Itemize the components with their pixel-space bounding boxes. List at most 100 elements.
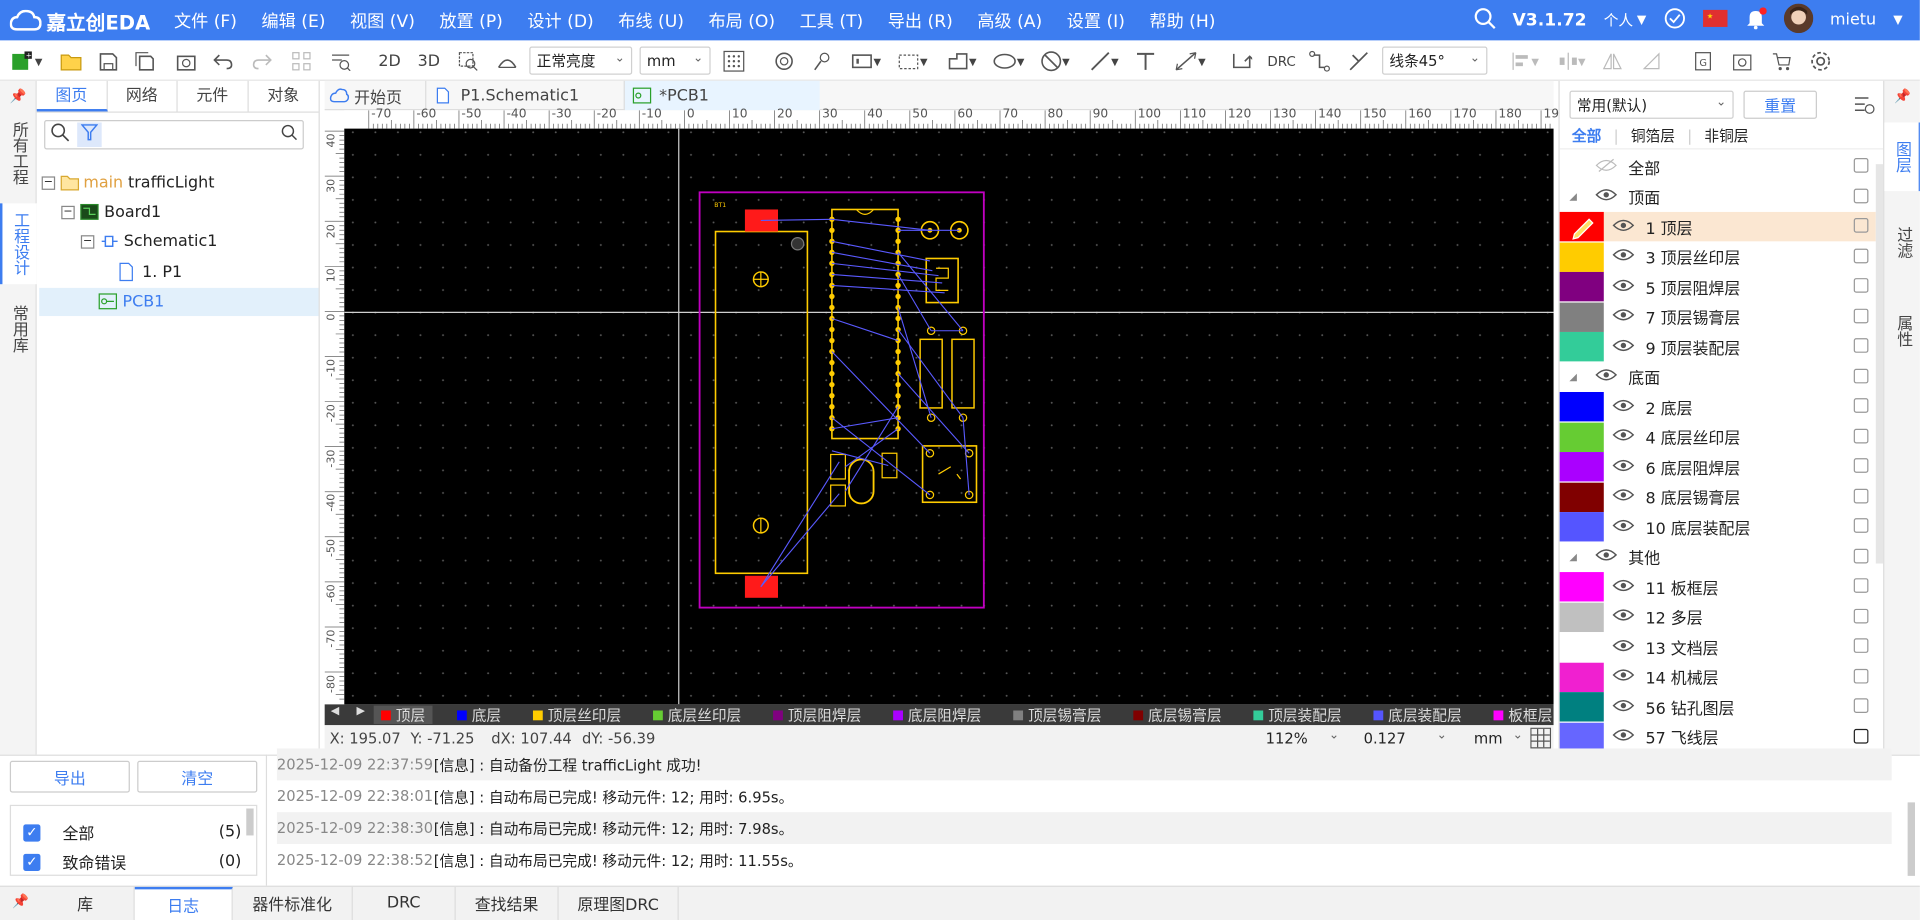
log-scrollbar[interactable] <box>1907 802 1915 876</box>
layer-row[interactable]: 14 机械层 <box>1559 662 1876 692</box>
order-pcb-icon[interactable] <box>1769 48 1794 75</box>
tab-objects[interactable]: 对象 <box>248 81 318 112</box>
gear-icon[interactable] <box>1808 48 1833 75</box>
cloud-sync-icon[interactable] <box>1663 7 1685 34</box>
mcu-pin-pad[interactable] <box>829 359 835 366</box>
status-unit-select[interactable]: mm ⌄ <box>1467 726 1531 751</box>
no-entry-icon[interactable]: ▼ <box>1037 48 1074 75</box>
unit-select[interactable]: mm ⌄ <box>639 46 711 75</box>
layer-color-swatch[interactable] <box>1559 662 1604 692</box>
visibility-eye-icon[interactable] <box>1594 187 1619 205</box>
visibility-eye-icon[interactable] <box>1611 518 1636 536</box>
menu-design[interactable]: 设计 (D) <box>515 8 606 33</box>
save-all-icon[interactable] <box>132 48 157 75</box>
mcu-pin-pad[interactable] <box>829 304 835 311</box>
via-icon[interactable] <box>772 48 797 75</box>
layer-color-swatch[interactable] <box>1559 602 1604 632</box>
tab-pcb[interactable]: *PCB1 <box>623 80 820 111</box>
layer-bar-item[interactable]: 顶层 <box>373 705 433 724</box>
visibility-eye-icon[interactable] <box>1594 368 1619 386</box>
layer-bar-item[interactable]: 顶层锡膏层 <box>1006 706 1109 724</box>
pin-icon[interactable] <box>809 48 834 75</box>
lock-icon[interactable] <box>1853 698 1869 713</box>
menu-edit[interactable]: 编辑 (E) <box>249 8 338 33</box>
grid-align-icon[interactable] <box>289 48 314 75</box>
tree-item-pcb[interactable]: PCB1 <box>98 288 164 315</box>
clear-log-button[interactable]: 清空 <box>137 760 258 793</box>
export-pnp-icon[interactable] <box>1730 48 1755 75</box>
text-icon[interactable] <box>1132 48 1159 75</box>
visibility-eye-icon[interactable] <box>1611 398 1636 416</box>
mcu-pin-pad[interactable] <box>895 271 901 278</box>
layer-bar-item[interactable]: 底层 <box>450 706 509 724</box>
layer-tab-copper[interactable]: 铜箔层 <box>1631 125 1675 146</box>
group-collapse-icon[interactable]: ◢ <box>1560 191 1587 202</box>
layer-tab-all[interactable]: 全部 <box>1572 125 1601 146</box>
polygon-icon[interactable]: ▼ <box>943 48 980 75</box>
tab-start-page[interactable]: 开始页 <box>329 81 418 110</box>
tree-item-schematic[interactable]: − Schematic1 <box>80 228 217 255</box>
layer-bar-item[interactable]: 底层装配层 <box>1366 706 1469 724</box>
layer-settings-icon[interactable] <box>1854 96 1876 121</box>
layer-row[interactable]: 1 顶层 <box>1559 211 1876 242</box>
layer-color-swatch[interactable] <box>1559 572 1604 602</box>
visibility-eye-icon[interactable] <box>1611 307 1636 325</box>
view-3d-button[interactable]: 3D <box>414 48 443 75</box>
menu-tools[interactable]: 工具 (T) <box>787 8 875 33</box>
layer-row[interactable]: 11 板框层 <box>1559 572 1876 602</box>
layer-group-row[interactable]: ◢ 底面 <box>1560 362 1876 391</box>
pin-icon[interactable]: 📌 <box>1894 88 1911 104</box>
layer-row[interactable]: 12 多层 <box>1559 602 1876 632</box>
visibility-eye-icon[interactable] <box>1611 428 1636 446</box>
open-folder-icon[interactable] <box>59 48 84 75</box>
mcu-pin-pad[interactable] <box>829 404 835 410</box>
mcu-pin-pad[interactable] <box>829 381 835 388</box>
lock-icon[interactable] <box>1853 308 1869 323</box>
layer-color-swatch[interactable] <box>1559 452 1604 482</box>
mirror-vertical-icon[interactable] <box>1639 48 1664 75</box>
select-area-icon[interactable]: ▼ <box>894 48 931 75</box>
find-icon[interactable] <box>328 48 353 75</box>
layer-row[interactable]: 4 底层丝印层 <box>1559 422 1876 452</box>
tree-item-project[interactable]: − main trafficLight <box>41 169 215 196</box>
export-gerber-icon[interactable]: G <box>1691 48 1716 75</box>
menu-layout[interactable]: 布局 (O) <box>696 8 787 33</box>
search-icon[interactable] <box>1473 7 1495 34</box>
filter-scrollbar[interactable] <box>246 808 254 836</box>
visibility-eye-icon[interactable] <box>1594 157 1619 175</box>
lock-icon[interactable] <box>1853 368 1869 383</box>
layer-color-swatch[interactable] <box>1559 692 1604 722</box>
layer-color-swatch[interactable] <box>1559 512 1604 542</box>
layer-bar-item[interactable]: 顶层丝印层 <box>526 706 629 724</box>
filter-icon[interactable] <box>77 122 102 147</box>
mcu-pin-pad[interactable] <box>895 282 901 289</box>
user-chevron-down-icon[interactable]: ▼ <box>1893 13 1902 26</box>
grid-icon[interactable] <box>720 48 747 75</box>
layer-color-swatch[interactable] <box>1559 331 1604 362</box>
brightness-select[interactable]: 正常亮度 ⌄ <box>529 46 633 75</box>
lock-icon[interactable] <box>1853 188 1869 203</box>
vtab-common-library[interactable]: 常用库 <box>0 294 37 363</box>
lock-icon[interactable] <box>1853 458 1869 473</box>
visibility-eye-icon[interactable] <box>1611 217 1636 235</box>
line-icon[interactable]: ▼ <box>1086 48 1123 75</box>
tab-nets[interactable]: 网络 <box>107 80 178 112</box>
layer-color-swatch[interactable] <box>1559 422 1604 452</box>
diff-pair-icon[interactable] <box>1345 48 1372 75</box>
tab-pages[interactable]: 图页 <box>36 80 108 112</box>
collapse-icon[interactable]: − <box>80 234 95 249</box>
layer-tab-non-copper[interactable]: 非铜层 <box>1704 125 1748 146</box>
new-project-icon[interactable]: + ▼ <box>10 48 44 75</box>
mcu-pin-pad[interactable] <box>895 315 901 322</box>
mcu-pin-pad[interactable] <box>829 227 835 233</box>
menu-help[interactable]: 帮助 (H) <box>1137 8 1228 33</box>
reset-button[interactable]: 重置 <box>1743 90 1817 119</box>
layer-color-swatch[interactable] <box>1559 241 1604 272</box>
menu-file[interactable]: 文件 (F) <box>162 8 250 33</box>
layer-row[interactable]: 5 顶层阻焊层 <box>1559 271 1876 302</box>
mcu-pin-pad[interactable] <box>895 216 901 222</box>
layer-row[interactable]: 2 底层 <box>1559 392 1876 422</box>
menu-settings[interactable]: 设置 (I) <box>1054 8 1137 33</box>
visibility-eye-icon[interactable] <box>1611 337 1636 355</box>
search-icon[interactable] <box>50 123 70 148</box>
